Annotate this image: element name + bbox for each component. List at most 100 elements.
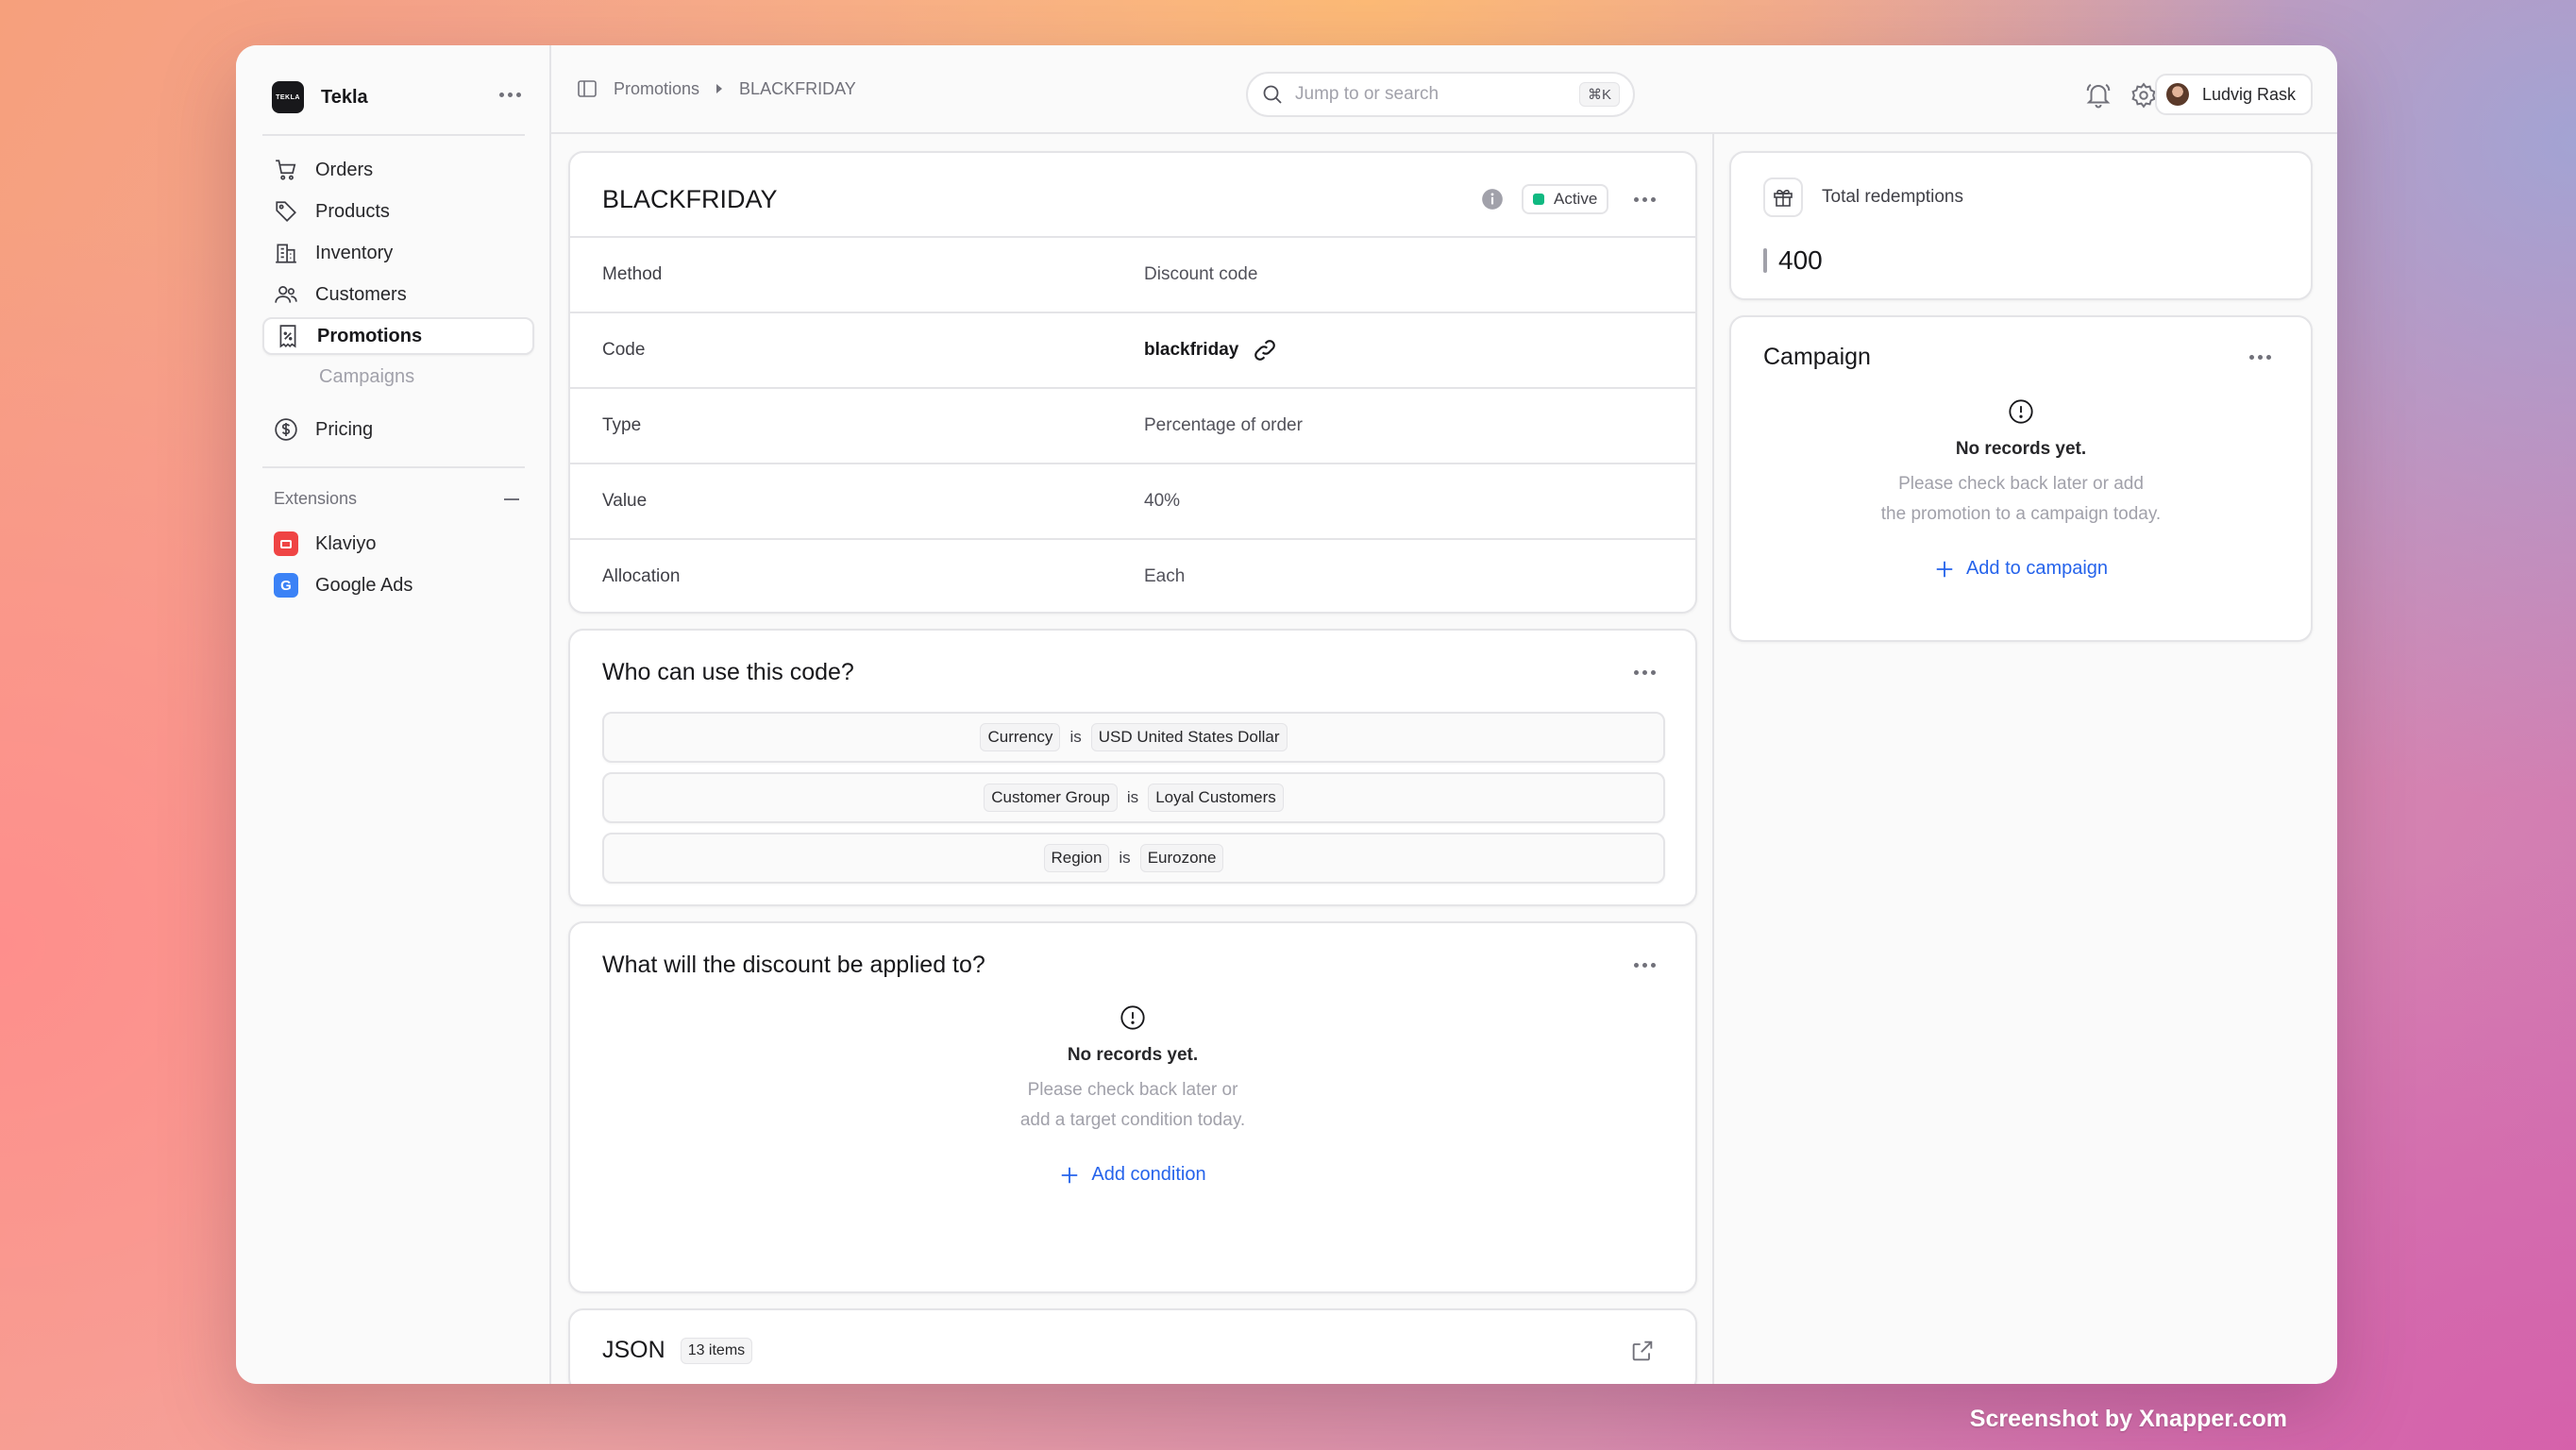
add-to-campaign-button[interactable]: Add to campaign <box>1934 558 2108 580</box>
sidebar-item-inventory[interactable]: Inventory <box>262 234 534 272</box>
search-placeholder: Jump to or search <box>1295 84 1440 104</box>
exclamation-circle-icon <box>1120 1005 1145 1030</box>
campaign-actions-icon[interactable] <box>2249 355 2271 360</box>
condition-attribute: Currency <box>980 723 1061 751</box>
user-menu[interactable]: Ludvig Rask <box>2154 74 2313 115</box>
exclamation-circle-icon <box>2009 399 2033 424</box>
campaign-card: Campaign No records yet. Please check ba… <box>1729 315 2313 642</box>
caret-right-icon <box>716 84 723 93</box>
condition-operator: is <box>1069 728 1082 746</box>
json-header: JSON 13 items <box>602 1337 753 1364</box>
sidebar-item-customers[interactable]: Customers <box>262 276 534 313</box>
sidebar-item-label: Google Ads <box>315 574 413 596</box>
field-value: Discount code <box>1144 264 1258 284</box>
section-title: Who can use this code? <box>602 659 854 685</box>
brand-logo: TEKLA <box>272 81 304 113</box>
store-menu-icon[interactable] <box>499 93 521 97</box>
empty-line: Please check back later or add <box>1898 474 2144 494</box>
sidebar-item-label: Promotions <box>317 325 423 346</box>
condition-value: USD United States Dollar <box>1090 723 1288 751</box>
add-to-campaign-label: Add to campaign <box>1965 558 2109 579</box>
redemptions-value-row: 400 <box>1763 245 1823 276</box>
gift-icon <box>1763 177 1803 217</box>
bell-icon[interactable] <box>2084 81 2113 110</box>
field-row-allocation: Allocation Each <box>570 538 1695 612</box>
field-value: 40% <box>1144 491 1181 511</box>
avatar <box>2165 83 2189 106</box>
breadcrumb-current: BLACKFRIDAY <box>739 78 856 98</box>
promotion-actions-icon[interactable] <box>1634 197 1656 202</box>
gear-icon[interactable] <box>2130 81 2158 110</box>
sidebar-subitem-campaigns[interactable]: Campaigns <box>319 366 414 388</box>
empty-line: Please check back later or <box>1027 1080 1238 1100</box>
field-row-code: Code blackfriday <box>570 312 1695 387</box>
value-indicator <box>1763 248 1767 273</box>
condition-attribute: Region <box>1043 844 1110 872</box>
sidebar-item-pricing[interactable]: Pricing <box>262 411 534 448</box>
divider <box>262 466 525 468</box>
redemptions-header: Total redemptions <box>1763 177 1963 217</box>
column-divider <box>1712 134 1714 1384</box>
item-count-badge: 13 items <box>680 1337 753 1364</box>
topbar: Promotions BLACKFRIDAY Jump to or search… <box>551 45 2337 134</box>
condition-row[interactable]: Customer Group is Loyal Customers <box>602 772 1665 823</box>
field-label: Method <box>602 264 663 284</box>
condition-row[interactable]: Currency is USD United States Dollar <box>602 712 1665 763</box>
tag-icon <box>276 201 296 222</box>
search-shortcut: ⌘K <box>1578 82 1620 107</box>
sidebar: TEKLA Tekla Orders Products Inventory Cu… <box>236 45 551 1384</box>
status-badge: Active <box>1522 184 1609 214</box>
sidebar-item-label: Orders <box>315 159 374 180</box>
field-row-type: Type Percentage of order <box>570 387 1695 463</box>
klaviyo-logo-icon <box>274 531 298 556</box>
field-row-method: Method Discount code <box>570 236 1695 312</box>
extensions-header: Extensions <box>274 489 519 509</box>
field-value: Percentage of order <box>1144 415 1303 435</box>
section-title: What will the discount be applied to? <box>602 952 985 978</box>
link-icon[interactable] <box>1252 337 1278 363</box>
add-condition-button[interactable]: Add condition <box>1059 1164 1206 1186</box>
rules-actions-icon[interactable] <box>1634 670 1656 675</box>
sidebar-item-promotions[interactable]: Promotions <box>262 317 534 355</box>
currency-dollar-icon <box>275 418 297 441</box>
promotion-details-card: BLACKFRIDAY Active Method Discount code … <box>568 151 1697 614</box>
condition-operator: is <box>1126 788 1139 806</box>
receipt-percent-icon <box>279 325 296 348</box>
redemptions-value: 400 <box>1778 245 1823 275</box>
json-card: JSON 13 items <box>568 1308 1697 1384</box>
status-dot <box>1533 194 1544 205</box>
empty-title: No records yet. <box>1955 439 2087 459</box>
brand-name: Tekla <box>321 86 368 108</box>
external-link-icon[interactable] <box>1629 1338 1656 1364</box>
field-row-value: Value 40% <box>570 463 1695 538</box>
google-ads-logo-icon: G <box>274 573 298 598</box>
search-input[interactable]: Jump to or search ⌘K <box>1246 72 1635 117</box>
sidebar-toggle-icon[interactable] <box>576 77 598 100</box>
section-title: JSON <box>602 1337 665 1363</box>
sidebar-item-label: Klaviyo <box>315 532 377 554</box>
watermark: Screenshot by Xnapper.com <box>1969 1406 2287 1432</box>
breadcrumb-item[interactable]: Promotions <box>614 79 699 99</box>
field-label: Code <box>602 340 646 360</box>
info-icon[interactable] <box>1480 187 1505 211</box>
sidebar-item-klaviyo[interactable]: Klaviyo <box>262 525 534 563</box>
field-label: Value <box>602 491 648 511</box>
brand[interactable]: TEKLA Tekla <box>272 81 368 113</box>
sidebar-item-label: Products <box>315 200 390 222</box>
plus-icon <box>1936 561 1953 577</box>
sidebar-item-products[interactable]: Products <box>262 193 534 230</box>
condition-row[interactable]: Region is Eurozone <box>602 833 1665 884</box>
building-icon <box>276 244 296 263</box>
sidebar-item-label: Customers <box>315 283 407 305</box>
empty-state: No records yet. Please check back later … <box>570 1004 1695 1190</box>
sidebar-item-orders[interactable]: Orders <box>262 151 534 189</box>
sidebar-item-google-ads[interactable]: G Google Ads <box>262 566 534 604</box>
collapse-icon[interactable] <box>504 497 519 500</box>
targets-actions-icon[interactable] <box>1634 963 1656 968</box>
search-icon <box>1263 85 1282 104</box>
condition-value: Eurozone <box>1139 844 1224 872</box>
users-icon <box>275 286 297 303</box>
plus-icon <box>1062 1167 1078 1183</box>
condition-operator: is <box>1119 849 1131 867</box>
breadcrumb: Promotions BLACKFRIDAY <box>576 77 856 100</box>
